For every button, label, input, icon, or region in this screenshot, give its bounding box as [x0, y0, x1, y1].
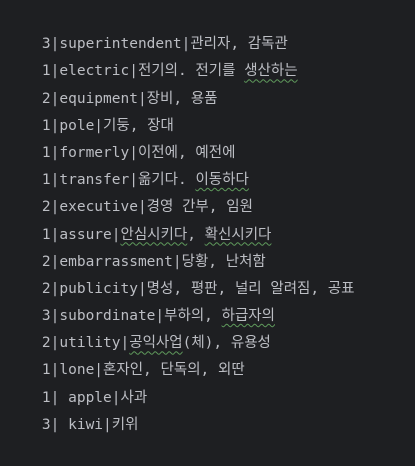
line-text: 1|formerly|이전에, 예전에 — [41, 144, 236, 161]
line-text: 1| apple|사과 — [41, 389, 148, 406]
line-text: 2|executive|경영 간부, 임원 — [41, 199, 253, 216]
line-text: 2|equipment|장비, 용품 — [41, 90, 218, 107]
line-text: 3| kiwi|키위 — [41, 416, 139, 433]
line-text: 3|superintendent|관리자, 감독관 — [41, 36, 288, 53]
line-text: 1|lone|혼자인, 단독의, 외딴 — [41, 362, 245, 379]
line-text: 2|utility| — [41, 335, 130, 352]
spellcheck-flagged-text: 공익사업 — [129, 335, 183, 352]
spellcheck-flagged-text: 안심시키다 — [120, 226, 188, 243]
spellcheck-flagged-text: 생산하는 — [244, 63, 298, 80]
line-text: (체), 유용성 — [182, 335, 271, 352]
spellcheck-flagged-text: 이동하다 — [195, 172, 249, 189]
line-text: 1|pole|기둥, 장대 — [41, 117, 174, 134]
spellcheck-flagged-text: 하급자의 — [221, 308, 275, 325]
line-text: 2|publicity|명성, 평판, 널리 알려짐, 공표 — [41, 280, 355, 297]
text-editor[interactable]: 3|superintendent|관리자, 감독관 1|electric|전기의… — [0, 0, 415, 433]
line-text: , — [187, 226, 205, 243]
line-text: 1|assure| — [41, 226, 121, 243]
line-text: 2|embarrassment|당황, 난처함 — [41, 253, 266, 270]
line-text: 1|electric|전기의. 전기를 — [41, 63, 245, 80]
line-text: 3|subordinate|부하의, — [41, 308, 222, 325]
spellcheck-flagged-text: 확신시키다 — [204, 226, 272, 243]
line-text: 1|transfer|옮기다. — [41, 172, 196, 189]
editor-line[interactable]: 3|superintendent|관리자, 감독관 — [7, 4, 415, 52]
